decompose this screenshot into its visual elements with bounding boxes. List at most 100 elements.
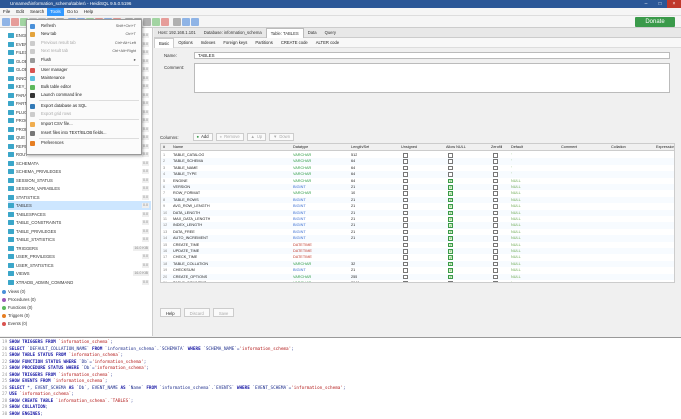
allow-null-checkbox[interactable] xyxy=(448,172,453,177)
remove-column-button[interactable]: ● Remove xyxy=(215,133,244,141)
help-button[interactable]: Help xyxy=(160,307,181,317)
subtab-foreign-keys[interactable]: Foreign keys xyxy=(219,38,251,48)
run-icon[interactable] xyxy=(152,17,160,26)
column-header[interactable]: Length/Set xyxy=(351,144,369,150)
tree-object-group[interactable]: Triggers (0) xyxy=(2,312,29,320)
help-icon[interactable] xyxy=(191,17,199,26)
unsigned-checkbox[interactable] xyxy=(403,210,408,216)
allow-null-checkbox[interactable] xyxy=(448,153,453,158)
zerofill-checkbox[interactable] xyxy=(493,217,498,222)
menu-item-next-result-tab[interactable]: Next result tab Ctrl+Alt+Right xyxy=(27,47,141,55)
allow-null-checkbox[interactable] xyxy=(448,255,453,260)
menu-item-user-manager[interactable]: User manager xyxy=(27,66,141,74)
datatype-cell[interactable]: VARCHAR xyxy=(293,280,311,282)
move-up-button[interactable]: ▲ Up xyxy=(246,133,267,141)
zerofill-checkbox[interactable] xyxy=(493,165,498,171)
zoom-out-icon[interactable] xyxy=(143,17,151,26)
zerofill-checkbox[interactable] xyxy=(493,191,498,196)
menu-item-export-database-as-sql[interactable]: Export database as SQL xyxy=(27,102,141,110)
allow-null-checkbox[interactable] xyxy=(448,261,453,267)
unsigned-checkbox[interactable] xyxy=(403,191,408,196)
zerofill-checkbox[interactable] xyxy=(493,153,498,158)
zerofill-checkbox[interactable] xyxy=(493,210,498,216)
column-header[interactable]: Collation xyxy=(611,144,626,150)
table-row[interactable]: 21 TABLE_COMMENT VARCHAR 2048 '' xyxy=(161,280,674,282)
unsigned-checkbox[interactable] xyxy=(403,268,408,273)
unsigned-checkbox[interactable] xyxy=(403,223,408,228)
menu-tools[interactable]: Tools xyxy=(47,7,64,16)
zerofill-checkbox[interactable] xyxy=(493,185,498,190)
unsigned-checkbox[interactable] xyxy=(403,204,408,209)
tab-query[interactable]: Query xyxy=(321,28,340,38)
zerofill-checkbox[interactable] xyxy=(493,159,498,164)
table-comment-input[interactable] xyxy=(194,63,670,93)
unsigned-checkbox[interactable] xyxy=(403,255,408,260)
zerofill-checkbox[interactable] xyxy=(493,178,498,184)
column-header[interactable]: Zerofill xyxy=(491,144,502,150)
discard-button[interactable]: Discard xyxy=(183,307,210,317)
allow-null-checkbox[interactable] xyxy=(448,216,453,222)
subtab-indexes[interactable]: Indexes xyxy=(197,38,220,48)
unsigned-checkbox[interactable] xyxy=(403,281,408,282)
column-header[interactable]: Allow NULL xyxy=(446,144,466,150)
unsigned-checkbox[interactable] xyxy=(403,242,408,248)
allow-null-checkbox[interactable] xyxy=(448,184,453,190)
column-header[interactable]: Default xyxy=(511,144,523,150)
tab-table[interactable]: Table: TABLES xyxy=(265,27,304,38)
tree-table-item[interactable]: XTRADB_ADMIN_COMMAND 0.0 xyxy=(8,278,151,287)
close-icon[interactable]: × xyxy=(667,0,681,8)
allow-null-checkbox[interactable] xyxy=(448,178,453,184)
allow-null-checkbox[interactable] xyxy=(448,159,453,164)
allow-null-checkbox[interactable] xyxy=(448,274,453,280)
minimize-icon[interactable]: – xyxy=(639,0,653,8)
zerofill-checkbox[interactable] xyxy=(493,281,498,282)
unsigned-checkbox[interactable] xyxy=(403,261,408,267)
tree-object-group[interactable]: Views (0) xyxy=(2,288,25,296)
menu-item-import-csv-file[interactable]: Import CSV file... xyxy=(27,120,141,128)
unsigned-checkbox[interactable] xyxy=(403,274,408,280)
subtab-options[interactable]: Options xyxy=(174,38,196,48)
save-button[interactable]: Save xyxy=(212,307,235,317)
unsigned-checkbox[interactable] xyxy=(403,249,408,254)
subtab-create-code[interactable]: CREATE code xyxy=(277,38,312,48)
unsigned-checkbox[interactable] xyxy=(403,153,408,158)
tree-object-group[interactable]: Procedures (0) xyxy=(2,296,36,304)
column-header[interactable]: Comment xyxy=(561,144,577,150)
connect-icon[interactable] xyxy=(2,17,10,26)
zerofill-checkbox[interactable] xyxy=(493,274,498,280)
tab-host[interactable]: Host: 192.168.1.101 xyxy=(154,28,200,38)
zerofill-checkbox[interactable] xyxy=(493,223,498,228)
menu-item-preferences[interactable]: Preferences xyxy=(27,139,141,147)
unsigned-checkbox[interactable] xyxy=(403,229,408,235)
donate-button[interactable]: Donate xyxy=(635,17,675,27)
format-icon[interactable] xyxy=(173,17,181,26)
zerofill-checkbox[interactable] xyxy=(493,172,498,177)
zerofill-checkbox[interactable] xyxy=(493,197,498,203)
column-header[interactable]: Datatype xyxy=(293,144,308,150)
menu-search[interactable]: Search xyxy=(27,8,47,16)
zerofill-checkbox[interactable] xyxy=(493,242,498,248)
tab-data[interactable]: Data xyxy=(304,28,321,38)
unsigned-checkbox[interactable] xyxy=(403,217,408,222)
menu-item-launch-command-line[interactable]: Launch command line xyxy=(27,91,141,99)
subtab-partitions[interactable]: Partitions xyxy=(251,38,276,48)
add-column-button[interactable]: ● Add xyxy=(192,133,213,141)
zerofill-checkbox[interactable] xyxy=(493,261,498,267)
subtab-alter-code[interactable]: ALTER code xyxy=(312,38,343,48)
unsigned-checkbox[interactable] xyxy=(403,236,408,241)
zerofill-checkbox[interactable] xyxy=(493,255,498,260)
disconnect-icon[interactable] xyxy=(11,17,19,26)
allow-null-checkbox[interactable] xyxy=(448,223,453,228)
menu-item-refresh[interactable]: Refresh Shift+Ctrl+T xyxy=(27,22,141,30)
move-down-button[interactable]: ▼ Down xyxy=(269,133,295,141)
export-icon[interactable] xyxy=(182,17,190,26)
menu-item-export-grid-rows[interactable]: Export grid rows xyxy=(27,110,141,118)
allow-null-checkbox[interactable] xyxy=(448,165,453,171)
zerofill-checkbox[interactable] xyxy=(493,236,498,241)
allow-null-checkbox[interactable] xyxy=(448,248,453,254)
allow-null-checkbox[interactable] xyxy=(448,267,453,273)
subtab-basic[interactable]: Basic xyxy=(154,37,175,48)
menu-item-maintenance[interactable]: Maintenance xyxy=(27,74,141,82)
unsigned-checkbox[interactable] xyxy=(403,165,408,171)
length-cell[interactable]: 2048 xyxy=(351,280,359,282)
